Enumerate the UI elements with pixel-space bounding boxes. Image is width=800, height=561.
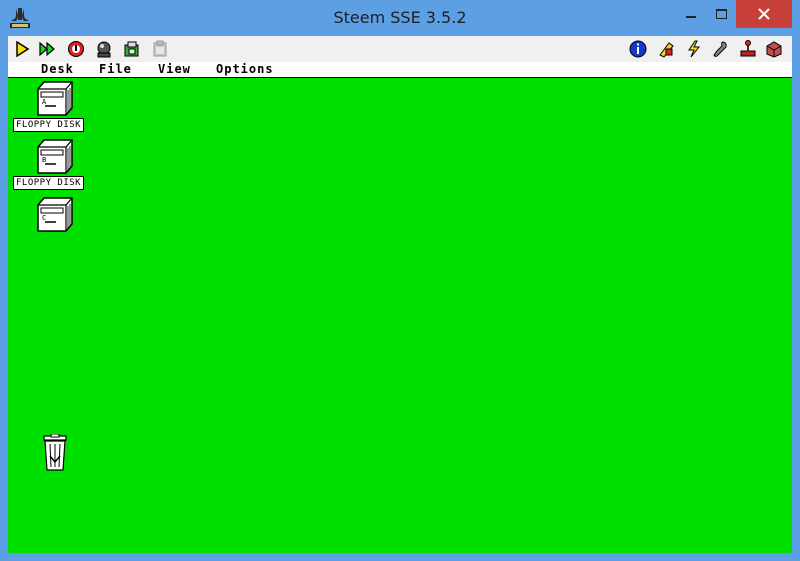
options-button[interactable] <box>710 39 730 59</box>
reset-button[interactable] <box>66 39 86 59</box>
floppy-drive-icon: B <box>37 139 73 174</box>
menu-options[interactable]: Options <box>216 62 274 77</box>
gem-menu-bar: Desk File View Options <box>8 62 792 78</box>
menu-desk[interactable]: Desk <box>41 62 74 77</box>
floppy-drive-icon: A <box>37 81 73 116</box>
menu-file[interactable]: File <box>99 62 132 77</box>
disk-manager-icon <box>766 41 782 58</box>
play-icon <box>16 41 30 57</box>
minimize-button[interactable] <box>676 0 706 28</box>
info-icon <box>629 40 647 58</box>
shortcuts-icon <box>688 40 701 58</box>
stop-icon <box>68 41 84 57</box>
fast-forward-button[interactable] <box>38 39 58 59</box>
title-bar[interactable]: Steem SSE 3.5.2 <box>0 0 800 36</box>
maximize-button[interactable] <box>706 0 736 28</box>
drive-label: FLOPPY DISK <box>13 176 85 190</box>
close-icon <box>758 8 770 20</box>
maximize-icon <box>715 9 727 19</box>
disk-manager-button[interactable] <box>764 39 784 59</box>
paste-icon <box>153 40 167 57</box>
drive-letter: C <box>42 214 46 222</box>
drive-c[interactable]: C <box>8 196 98 256</box>
shortcuts-button[interactable] <box>684 39 704 59</box>
gem-desktop[interactable]: Desk File View Options A FLOPPY DISK B F… <box>8 62 792 553</box>
fast-forward-icon <box>39 41 55 57</box>
joysticks-icon <box>740 40 756 57</box>
hard-drive-icon: C <box>37 197 73 232</box>
joystick-reset-button[interactable] <box>94 39 114 59</box>
options-icon <box>713 41 727 57</box>
toolbar <box>8 36 792 63</box>
run-button[interactable] <box>12 39 32 59</box>
close-button[interactable] <box>736 0 792 28</box>
trash-icon[interactable] <box>42 434 68 472</box>
drive-b[interactable]: B FLOPPY DISK <box>8 138 98 198</box>
paste-button[interactable] <box>150 39 170 59</box>
drive-letter: B <box>42 156 46 164</box>
info-button[interactable] <box>628 39 648 59</box>
minimize-icon <box>686 16 696 18</box>
drive-a[interactable]: A FLOPPY DISK <box>8 80 98 140</box>
patches-icon <box>659 42 674 58</box>
patches-button[interactable] <box>656 39 676 59</box>
steem-window: Steem SSE 3.5.2 Desk File View Options A… <box>0 0 800 561</box>
menu-view[interactable]: View <box>158 62 191 77</box>
joystick-reset-icon <box>97 41 111 58</box>
joysticks-button[interactable] <box>738 39 758 59</box>
snapshot-icon <box>124 41 139 57</box>
drive-label: FLOPPY DISK <box>13 118 85 132</box>
snapshot-button[interactable] <box>122 39 142 59</box>
